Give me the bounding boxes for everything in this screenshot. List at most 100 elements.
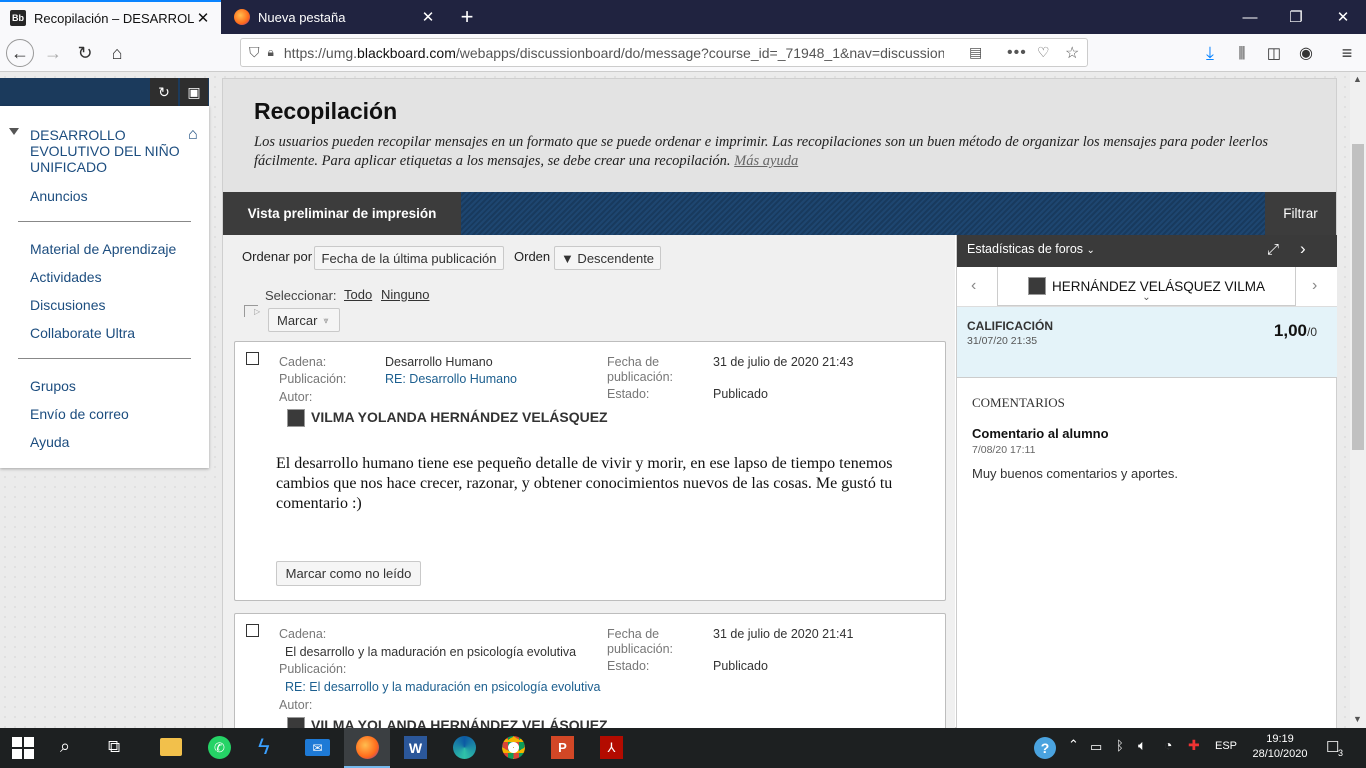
next-student-icon[interactable]: › (1312, 277, 1317, 295)
word-icon[interactable]: W (404, 736, 427, 759)
author-label: Autor: (279, 698, 313, 712)
folder-view-icon[interactable]: ▣ (180, 78, 208, 106)
restore-icon[interactable]: ❐ (1273, 0, 1319, 34)
url-prefix: https://umg. (283, 44, 358, 61)
battery-icon[interactable]: ▭ (1090, 739, 1102, 755)
mail-icon[interactable]: ✉ (305, 739, 330, 756)
firefox-taskbar-button[interactable] (344, 728, 390, 768)
post-link[interactable]: RE: El desarrollo y la maduración en psi… (285, 680, 600, 694)
downloads-icon[interactable]: ⤓ (1196, 39, 1224, 67)
student-dropdown[interactable]: HERNÁNDEZ VELÁSQUEZ VILMA ⌄ (997, 267, 1296, 306)
chevron-up-icon[interactable]: ⌃ (1068, 737, 1079, 753)
thread-label: Cadena: (279, 627, 327, 641)
scroll-up-icon[interactable]: ▲ (1353, 74, 1362, 84)
clock-time: 19:19 (1266, 733, 1294, 745)
menu-item-envio-correo[interactable]: Envío de correo (30, 406, 129, 422)
reader-view-icon[interactable]: ▤ (969, 44, 982, 61)
task-view-icon[interactable]: ⧉ (108, 737, 120, 757)
acrobat-icon[interactable]: ⅄ (600, 736, 623, 759)
account-icon[interactable]: ◉ (1292, 39, 1320, 67)
select-none-link[interactable]: Ninguno (381, 287, 429, 302)
menu-item-material[interactable]: Material de Aprendizaje (30, 241, 176, 257)
search-icon[interactable]: ⌕ (60, 736, 70, 757)
print-preview-button[interactable]: Vista preliminar de impresión (223, 192, 461, 235)
course-menu-header: ↻ ▣ (0, 78, 209, 106)
new-tab-icon[interactable]: + (454, 4, 480, 30)
url-text[interactable]: https://umg.blackboard.com/webapps/discu… (284, 45, 944, 61)
tab-recopilacion[interactable]: Bb Recopilación – DESARROLLO E ✕ (0, 0, 221, 34)
wifi-icon[interactable]: ◔ (1164, 737, 1172, 753)
pocket-icon[interactable]: ♡ (1037, 44, 1050, 61)
url-bar[interactable]: ⛉ 🔒︎ https://umg.blackboard.com/webapps/… (240, 38, 1088, 67)
menu-divider (18, 221, 191, 222)
sidebar-icon[interactable]: ◫ (1260, 39, 1288, 67)
powerpoint-icon[interactable]: P (551, 736, 574, 759)
menu-item-discusiones[interactable]: Discusiones (30, 297, 105, 313)
close-tab-icon[interactable]: ✕ (195, 9, 211, 27)
previous-student-icon[interactable]: ‹ (971, 277, 976, 295)
refresh-icon[interactable]: ↻ (150, 78, 178, 106)
collapse-arrow-icon[interactable] (9, 128, 19, 135)
chrome-icon[interactable] (502, 736, 525, 759)
thread-value: Desarrollo Humano (385, 355, 493, 369)
thread-label: Cadena: (279, 355, 327, 369)
message-checkbox[interactable] (246, 624, 259, 637)
language-indicator[interactable]: ESP (1215, 740, 1237, 752)
mark-unread-button[interactable]: Marcar como no leído (276, 561, 421, 586)
sort-by-select[interactable]: Fecha de la última publicación (314, 246, 504, 270)
grading-panel-header: Estadísticas de foros ⌄ ⤢ › (957, 235, 1337, 267)
whatsapp-icon[interactable]: ✆ (208, 736, 231, 759)
expand-icon[interactable]: ⤢ (1267, 241, 1279, 258)
menu-item-actividades[interactable]: Actividades (30, 269, 102, 285)
help-icon[interactable]: ? (1034, 737, 1056, 759)
filter-button[interactable]: Filtrar (1265, 192, 1336, 235)
menu-item-collaborate[interactable]: Collaborate Ultra (30, 325, 135, 341)
menu-icon[interactable]: ≡ (1333, 39, 1361, 67)
chevron-down-icon: ⌄ (1086, 245, 1095, 256)
home-icon[interactable]: ⌂ (188, 126, 198, 144)
edge-icon[interactable] (453, 736, 476, 759)
help-link[interactable]: Más ayuda (734, 153, 798, 169)
menu-item-anuncios[interactable]: Anuncios (30, 188, 88, 204)
page-description: Los usuarios pueden recopilar mensajes e… (254, 133, 1284, 171)
scrollbar-thumb[interactable] (1352, 144, 1364, 450)
order-select[interactable]: ▼ Descendente (554, 246, 661, 270)
bookmark-star-icon[interactable]: ☆ (1065, 43, 1079, 63)
antivirus-icon[interactable]: ✚ (1188, 737, 1200, 754)
course-title[interactable]: DESARROLLO EVOLUTIVO DEL NIÑO UNIFICADO (30, 127, 180, 175)
forum-stats-dropdown[interactable]: Estadísticas de foros ⌄ (967, 242, 1095, 256)
comment-text: Muy buenos comentarios y aportes. (972, 466, 1178, 481)
close-tab-icon[interactable]: ✕ (420, 8, 436, 26)
close-window-icon[interactable]: ✕ (1320, 0, 1366, 34)
shield-icon[interactable]: ⛉ (249, 44, 260, 61)
clock[interactable]: 19:19 28/10/2020 (1250, 732, 1310, 762)
select-all-link[interactable]: Todo (344, 287, 372, 302)
library-icon[interactable]: ⫼ (1228, 39, 1256, 67)
menu-item-grupos[interactable]: Grupos (30, 378, 76, 394)
windows-start-icon[interactable] (12, 737, 34, 759)
message-checkbox[interactable] (246, 352, 259, 365)
chevron-right-icon[interactable]: › (1300, 239, 1306, 259)
grade-section: CALIFICACIÓN 31/07/20 21:35 1,00/0 (957, 307, 1337, 378)
reload-icon[interactable]: ↻ (71, 39, 99, 67)
status-value: Publicado (713, 387, 768, 401)
menu-item-ayuda[interactable]: Ayuda (30, 434, 69, 450)
app-icon[interactable]: ϟ (258, 734, 270, 760)
lock-icon[interactable]: 🔒︎ (268, 45, 274, 60)
content-panel: Recopilación Los usuarios pueden recopil… (222, 78, 1337, 743)
back-icon[interactable]: ← (6, 39, 34, 67)
home-icon[interactable]: ⌂ (103, 39, 131, 67)
grade-display[interactable]: 1,00/0 (1274, 321, 1317, 341)
date-label: Fecha de publicación: (607, 355, 674, 384)
scroll-down-icon[interactable]: ▼ (1353, 714, 1362, 724)
mark-dropdown-button[interactable]: Marcar ⩔ (268, 308, 340, 332)
vertical-scrollbar[interactable]: ▲ ▼ (1350, 72, 1366, 728)
page-actions-icon[interactable]: ••• (1007, 44, 1027, 62)
minimize-icon[interactable]: — (1227, 0, 1273, 34)
volume-icon[interactable]: 🔈︎ (1138, 737, 1146, 754)
bluetooth-icon[interactable]: ᛒ (1116, 738, 1124, 753)
file-explorer-icon[interactable] (160, 738, 182, 756)
post-link[interactable]: RE: Desarrollo Humano (385, 372, 517, 386)
forward-icon[interactable]: → (39, 39, 67, 67)
tab-new[interactable]: Nueva pestaña ✕ (224, 0, 446, 34)
